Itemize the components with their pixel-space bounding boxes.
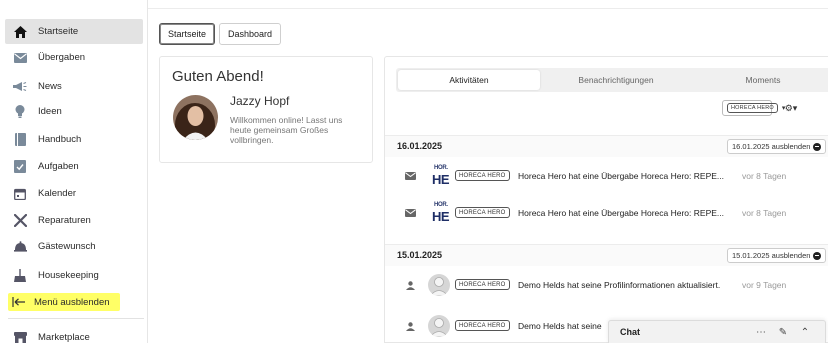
tab-aktivitaeten[interactable]: Aktivitäten (398, 70, 540, 90)
sidebar-item-label: Ideen (38, 106, 62, 117)
bell-icon (12, 239, 28, 255)
activity-panel: Aktivitäten Benachrichtigungen Moments H… (384, 56, 828, 343)
avatar[interactable] (173, 95, 218, 140)
sidebar-item-label: Reparaturen (38, 215, 91, 226)
tools-icon (12, 213, 28, 229)
chevron-up-icon[interactable]: ⌃ (798, 325, 812, 339)
horeca-hero-logo: HOR. HE (432, 165, 450, 187)
user-avatar[interactable] (428, 315, 450, 337)
sidebar-item-marketplace[interactable]: Marketplace (5, 325, 143, 343)
sidebar-item-aufgaben[interactable]: Aufgaben (5, 154, 143, 179)
sidebar-item-label: News (38, 81, 62, 92)
sidebar-item-label: Startseite (38, 26, 79, 37)
sidebar-item-label: Kalender (38, 188, 77, 199)
sidebar-item-ideen[interactable]: Ideen (5, 99, 143, 124)
hide-date-button[interactable]: 16.01.2025 ausblenden (727, 139, 827, 154)
sidebar-item-label: Marketplace (38, 332, 90, 343)
sidebar-item-kalender[interactable]: Kalender (5, 181, 143, 206)
activity-text: Demo Helds hat seine Profilinformationen… (518, 280, 721, 290)
hide-date-label: 15.01.2025 ausblenden (732, 251, 811, 260)
mail-icon (404, 207, 416, 219)
activity-text: Demo Helds hat seine (518, 321, 602, 331)
megaphone-icon (12, 79, 28, 95)
sidebar-item-housekeeping[interactable]: Housekeeping (5, 263, 143, 288)
task-icon (12, 159, 28, 175)
user-icon (404, 320, 416, 332)
settings-dropdown-button[interactable]: ⚙▾ (780, 100, 802, 116)
company-tag: HORECA HERO (455, 279, 510, 290)
lightbulb-icon (12, 104, 28, 120)
sidebar-item-news[interactable]: News (5, 74, 143, 99)
activity-text: Horeca Hero hat eine Übergabe Horeca Her… (518, 208, 724, 218)
date-group-header: 16.01.2025 16.01.2025 ausblenden (385, 135, 828, 157)
header-divider (148, 8, 828, 9)
activity-time: vor 9 Tagen (742, 280, 787, 290)
activity-text: Horeca Hero hat eine Übergabe Horeca Her… (518, 171, 724, 181)
hide-menu-label: Menü ausblenden (34, 296, 110, 308)
hide-date-label: 16.01.2025 ausblenden (732, 142, 811, 151)
user-avatar[interactable] (428, 274, 450, 296)
more-options-icon[interactable]: ⋯ (754, 325, 768, 339)
company-tag: HORECA HERO (455, 207, 510, 218)
activity-tab-bar: Aktivitäten Benachrichtigungen Moments (396, 68, 828, 92)
sidebar-item-gaestewunsch[interactable]: Gästewunsch (5, 234, 143, 259)
gear-icon: ⚙▾ (784, 102, 798, 113)
broom-icon (12, 268, 28, 284)
date-label: 15.01.2025 (397, 250, 443, 260)
home-icon (12, 24, 28, 40)
activity-row[interactable]: HOR. HE HORECA HERO Horeca Hero hat eine… (385, 161, 828, 191)
sidebar-item-label: Gästewunsch (38, 241, 96, 252)
top-tab-bar: Startseite Dashboard (159, 23, 285, 45)
company-filter-select[interactable]: HORECA HERO ▾ (722, 100, 785, 116)
chat-title: Chat (620, 327, 640, 337)
company-tag: HORECA HERO (455, 320, 510, 331)
tab-benachrichtigungen[interactable]: Benachrichtigungen (542, 70, 690, 90)
filter-tag: HORECA HERO (727, 103, 778, 113)
greeting-title: Guten Abend! (172, 68, 264, 85)
minus-circle-icon (813, 142, 822, 151)
store-icon (12, 330, 28, 343)
date-label: 16.01.2025 (397, 141, 443, 151)
welcome-message: Willkommen online! Lasst uns heute gemei… (230, 115, 343, 145)
horeca-hero-logo: HOR. HE (432, 202, 450, 224)
new-message-icon[interactable]: ✎ (776, 325, 790, 339)
sidebar-item-startseite[interactable]: Startseite (5, 19, 143, 44)
hide-date-button[interactable]: 15.01.2025 ausblenden (727, 248, 827, 263)
mail-icon (404, 170, 416, 182)
user-icon (404, 279, 416, 291)
sidebar-item-reparaturen[interactable]: Reparaturen (5, 208, 143, 233)
sidebar-item-label: Housekeeping (38, 270, 99, 281)
tab-moments[interactable]: Moments (692, 70, 828, 90)
calendar-icon (12, 186, 28, 202)
book-icon (12, 132, 28, 148)
collapse-left-icon (11, 294, 27, 310)
greeting-card: Guten Abend! Jazzy Hopf Willkommen onlin… (159, 56, 373, 163)
sidebar-item-handbuch[interactable]: Handbuch (5, 127, 143, 152)
minus-circle-icon (813, 251, 822, 260)
sidebar-item-uebergaben[interactable]: Übergaben (5, 45, 143, 70)
company-tag: HORECA HERO (455, 170, 510, 181)
sidebar-item-label: Handbuch (38, 134, 82, 145)
tab-dashboard[interactable]: Dashboard (219, 23, 282, 45)
activity-row[interactable]: HOR. HE HORECA HERO Horeca Hero hat eine… (385, 198, 828, 228)
date-group-header: 15.01.2025 15.01.2025 ausblenden (385, 244, 828, 266)
chat-widget[interactable]: Chat ⋯ ✎ ⌃ (608, 320, 826, 343)
sidebar-divider (8, 318, 144, 319)
hide-menu-button[interactable]: Menü ausblenden (8, 293, 120, 311)
sidebar-item-label: Übergaben (38, 52, 86, 63)
activity-row[interactable]: HORECA HERO Demo Helds hat seine Profili… (385, 270, 828, 300)
activity-time: vor 8 Tagen (742, 208, 787, 218)
mail-icon (12, 50, 28, 66)
sidebar: Startseite Übergaben News Ideen Handbuch… (0, 0, 148, 343)
sidebar-item-label: Aufgaben (38, 161, 79, 172)
user-name: Jazzy Hopf (230, 94, 290, 108)
activity-time: vor 8 Tagen (742, 171, 787, 181)
tab-startseite[interactable]: Startseite (159, 23, 216, 45)
